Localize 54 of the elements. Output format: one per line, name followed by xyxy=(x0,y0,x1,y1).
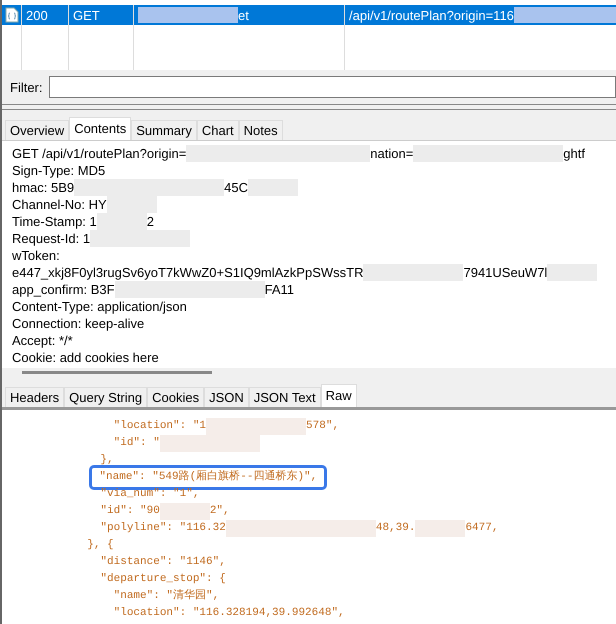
tab[interactable]: Cookies xyxy=(147,387,204,407)
header-text: Content-Type: application/json xyxy=(12,298,187,315)
method-text: GET xyxy=(73,8,100,22)
code-text: "location": "1 xyxy=(112,419,206,434)
header-text: app_confirm: B3F xyxy=(12,281,115,298)
tab[interactable]: Contents xyxy=(69,117,132,140)
tab[interactable]: Notes xyxy=(238,120,283,140)
tab[interactable]: JSON xyxy=(204,387,249,407)
code-text: 6477, xyxy=(465,521,498,536)
code-text: "departure_stop": { xyxy=(99,572,226,587)
path-text: /api/v1/routePlan?origin=116 xyxy=(349,8,514,22)
status-code: 200 xyxy=(26,8,48,22)
code-text: "via_num": "1", xyxy=(99,487,200,502)
header-text: Cookie: add cookies here xyxy=(12,349,159,366)
header-text: GET /api/v1/routePlan?origin= xyxy=(12,145,186,162)
filter-field[interactable] xyxy=(48,76,616,98)
code-text: }, { xyxy=(86,538,114,553)
header-text: wToken: xyxy=(12,247,60,264)
code-text: "distance": "1146", xyxy=(99,555,226,570)
tab[interactable]: Raw xyxy=(320,384,357,407)
header-text: 45C xyxy=(224,179,248,196)
header-text: 2 xyxy=(146,213,154,230)
code-text: }, xyxy=(99,453,114,468)
tab[interactable]: Headers xyxy=(5,387,64,407)
header-text: Accept: */* xyxy=(12,332,73,349)
header-text: Sign-Type: MD5 xyxy=(12,162,106,179)
json-file-icon xyxy=(4,7,18,23)
header-text: e447_xkj8F0yl3rugSv6yoT7kWwZ0+S1IQ9mlAzkPpSWssTR xyxy=(12,264,364,281)
header-text: hmac: 5B9 xyxy=(12,179,74,196)
code-text: 2", xyxy=(210,504,230,519)
code-text: "name": "549路(厢白旗桥--四通桥东)", xyxy=(99,469,318,485)
scrollbar-thumb[interactable] xyxy=(22,371,212,374)
header-text: Connection: keep-alive xyxy=(12,315,144,332)
filter-label: Filter: xyxy=(10,80,42,94)
header-text: ghtf xyxy=(563,145,585,162)
code-text: "location": "116.328194,39.992648", xyxy=(112,606,345,621)
tab[interactable]: Query String xyxy=(64,387,148,407)
header-text: nation= xyxy=(370,145,414,162)
code-text: 578", xyxy=(306,419,340,434)
tab[interactable]: Overview xyxy=(5,120,70,140)
code-text: "polyline": "116.32 xyxy=(99,521,226,536)
tab[interactable]: Summary xyxy=(131,120,197,140)
code-text: "id": " xyxy=(112,436,160,451)
tab[interactable]: Chart xyxy=(196,120,239,140)
host-text: et xyxy=(238,8,249,22)
header-text: Time-Stamp: 1 xyxy=(12,213,97,230)
tab[interactable]: JSON Text xyxy=(248,387,321,407)
code-text: "name": "清华园", xyxy=(112,588,220,604)
code-text: 48,39. xyxy=(376,521,416,536)
header-text: 7941USeuW7l xyxy=(463,264,548,281)
header-text: FA11 xyxy=(264,281,294,298)
header-text: Request-Id: 1 xyxy=(12,230,90,247)
header-text: Channel-No: HY xyxy=(12,196,107,213)
code-text: "id": "90 xyxy=(99,504,160,519)
